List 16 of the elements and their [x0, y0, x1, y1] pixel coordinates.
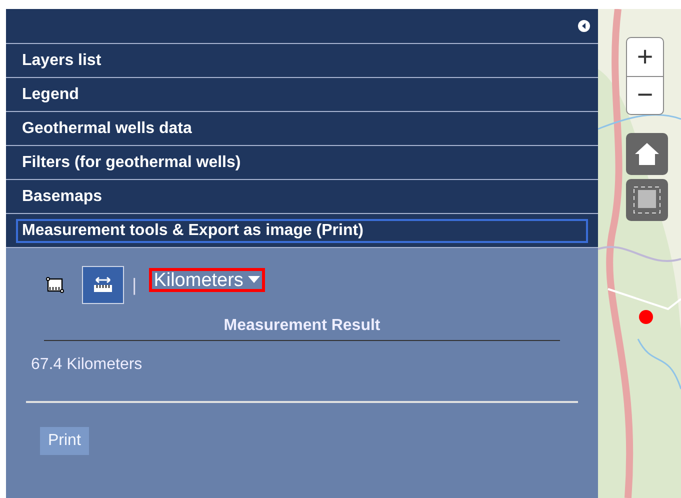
ruler-arrows-icon: [93, 275, 113, 295]
home-icon: [634, 142, 660, 166]
extent-button[interactable]: [626, 179, 668, 221]
home-button[interactable]: [626, 133, 668, 175]
zoom-out-button[interactable]: −: [627, 76, 663, 114]
extent-icon: [632, 185, 662, 215]
collapse-icon[interactable]: [578, 20, 590, 32]
result-value: 67.4 Kilometers: [31, 355, 144, 375]
ruler-icon: [46, 275, 64, 295]
section-header[interactable]: Measurement tools & Export as image (Print): [16, 218, 588, 242]
zoom-in-button[interactable]: +: [627, 38, 663, 76]
separator: |: [132, 274, 137, 297]
result-title: Measurement Result: [224, 316, 380, 336]
measure-tool-button[interactable]: [82, 266, 124, 304]
caret-icon: [248, 276, 260, 284]
unit-dropdown[interactable]: Kilometers: [148, 268, 266, 292]
